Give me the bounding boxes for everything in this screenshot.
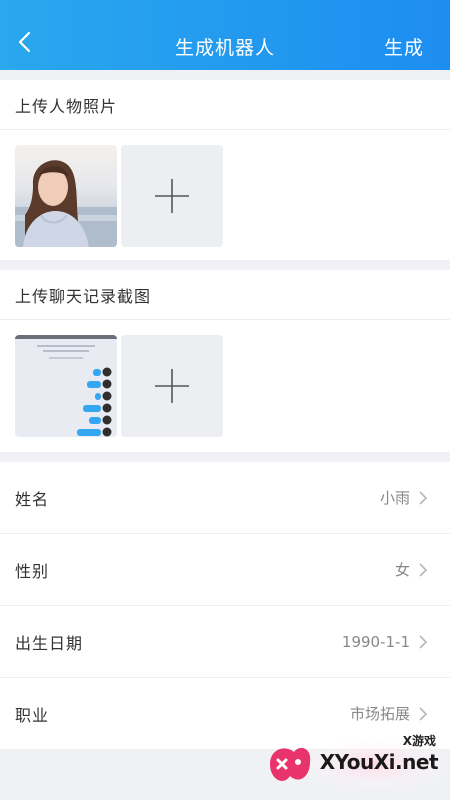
chat-upload-section: 上传聊天记录截图 [0, 270, 450, 452]
page-title: 生成机器人 [174, 37, 275, 59]
nav-bar: 生成机器人 生成 [0, 0, 450, 70]
watermark-logo: X游戏 XYouXi.net [264, 730, 450, 792]
form-row-name[interactable]: 姓名 小雨 [0, 462, 450, 534]
row-label: 出生日期 [15, 633, 84, 653]
chevron-right-icon [419, 706, 428, 721]
uploaded-chat-screenshot[interactable] [15, 335, 117, 437]
row-value: 女 [394, 561, 410, 579]
form-row-gender[interactable]: 性别 女 [0, 534, 450, 606]
plus-icon [155, 369, 189, 403]
chevron-right-icon [419, 634, 428, 649]
photo-upload-section: 上传人物照片 [0, 80, 450, 260]
profile-form: 姓名 小雨 性别 女 出生日期 1990-1-1 职业 市场拓展 [0, 462, 450, 750]
watermark-large-text: XYouXi.net [319, 750, 439, 774]
row-value: 市场拓展 [349, 705, 410, 723]
plus-icon [155, 179, 189, 213]
row-value: 1990-1-1 [341, 632, 410, 651]
add-photo-button[interactable] [121, 145, 223, 247]
row-label: 职业 [15, 705, 50, 725]
row-label: 姓名 [15, 489, 50, 509]
chevron-right-icon [419, 562, 428, 577]
chat-section-title: 上传聊天记录截图 [0, 270, 450, 320]
form-row-birthdate[interactable]: 出生日期 1990-1-1 [0, 606, 450, 678]
photo-section-title: 上传人物照片 [0, 80, 450, 130]
watermark-small-text: X游戏 [402, 734, 436, 748]
portrait-image [15, 160, 117, 247]
row-value: 小雨 [379, 489, 410, 507]
chevron-right-icon [419, 490, 428, 505]
row-label: 性别 [15, 561, 50, 581]
chat-screenshot-image [15, 335, 117, 437]
uploaded-portrait-photo[interactable] [15, 145, 117, 247]
generate-button[interactable]: 生成 [384, 33, 424, 60]
add-screenshot-button[interactable] [121, 335, 223, 437]
